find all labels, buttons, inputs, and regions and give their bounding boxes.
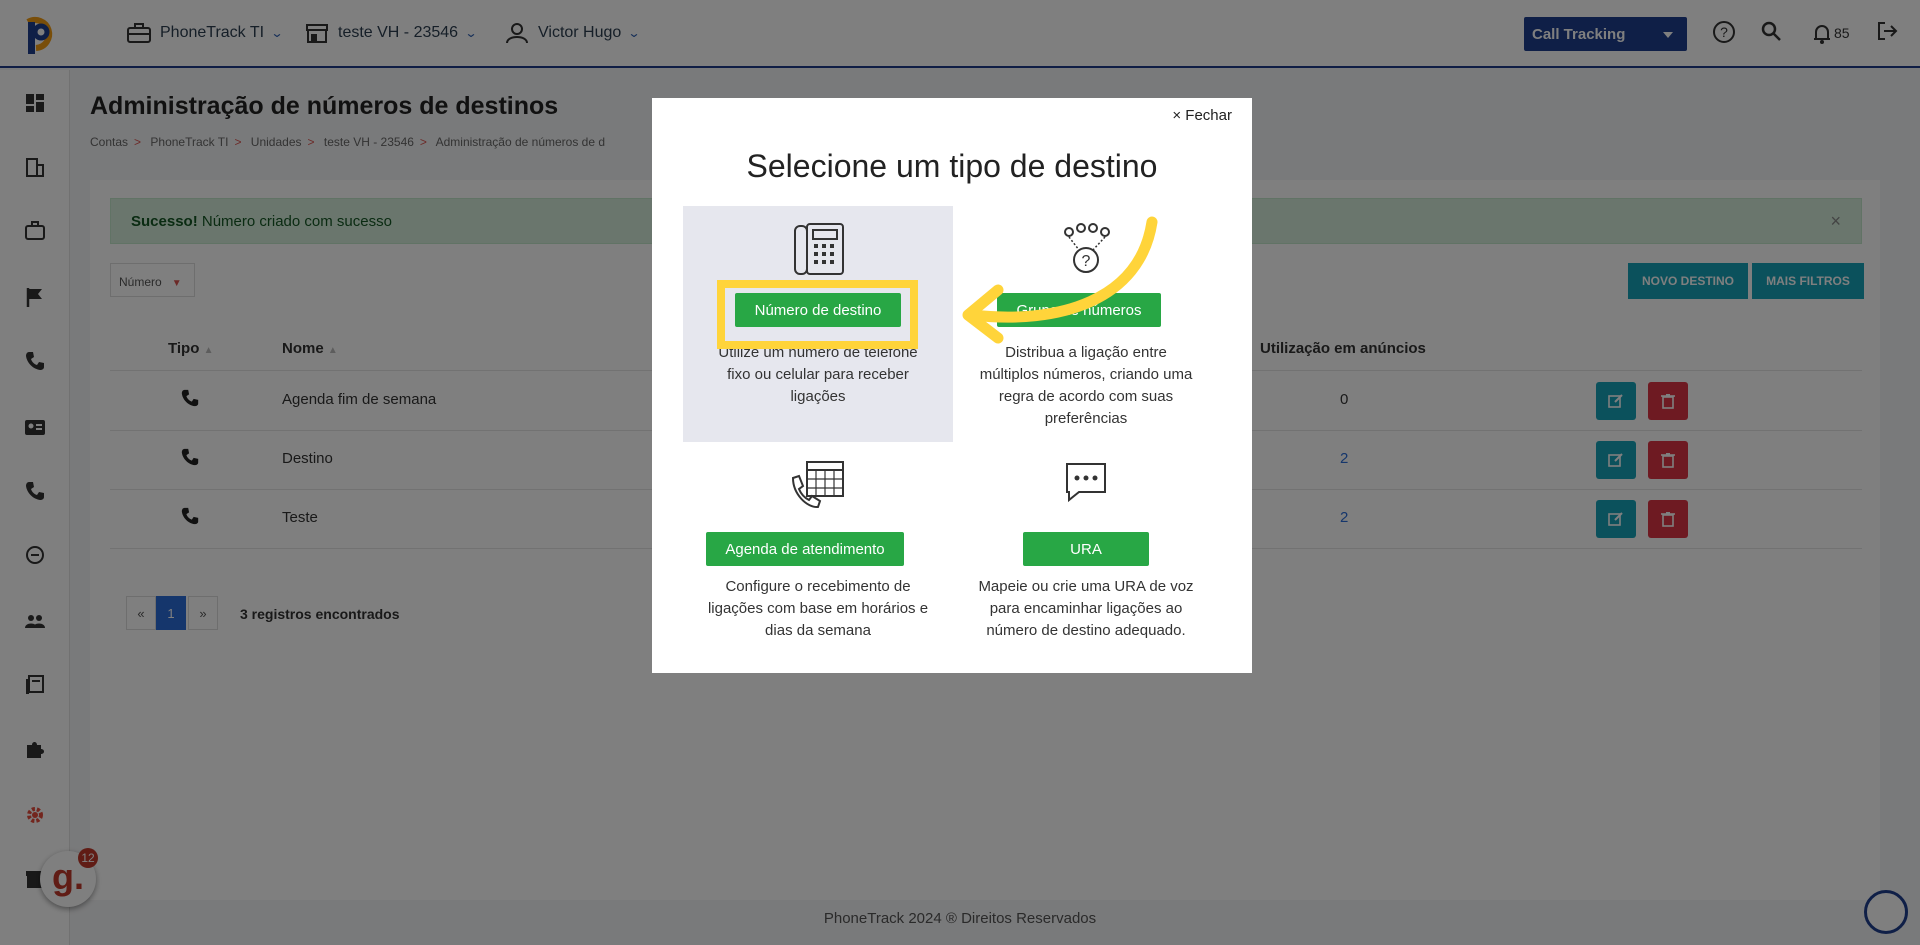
option-description: Configure o recebimento de ligações com b… bbox=[707, 578, 929, 639]
calendar-phone-icon bbox=[791, 461, 844, 509]
tutorial-highlight-frame bbox=[717, 280, 918, 349]
option-description: Mapeie ou crie uma URA de voz para encami… bbox=[978, 578, 1194, 639]
modal-title: Selecione um tipo de destino bbox=[746, 148, 1158, 184]
option-description: Distribua a ligação entre múltiplos númer… bbox=[979, 344, 1193, 427]
desk-phone-icon bbox=[794, 223, 844, 275]
option-ivr[interactable]: URA Mapeie ou crie uma URA de voz para en… bbox=[951, 448, 1221, 648]
option-description: Utilize um número de telefone fixo ou cel… bbox=[718, 344, 918, 405]
close-modal-button[interactable]: × Fechar bbox=[1172, 107, 1232, 124]
chat-bubble-icon bbox=[1066, 463, 1106, 503]
tutorial-arrow-icon bbox=[962, 216, 1158, 344]
ivr-button[interactable]: URA bbox=[1023, 532, 1149, 566]
option-service-schedule[interactable]: Agenda de atendimento Configure o recebi… bbox=[683, 448, 953, 648]
service-schedule-button[interactable]: Agenda de atendimento bbox=[706, 532, 904, 566]
destination-type-modal: × Fechar Selecione um tipo de destino Nú… bbox=[652, 98, 1252, 673]
